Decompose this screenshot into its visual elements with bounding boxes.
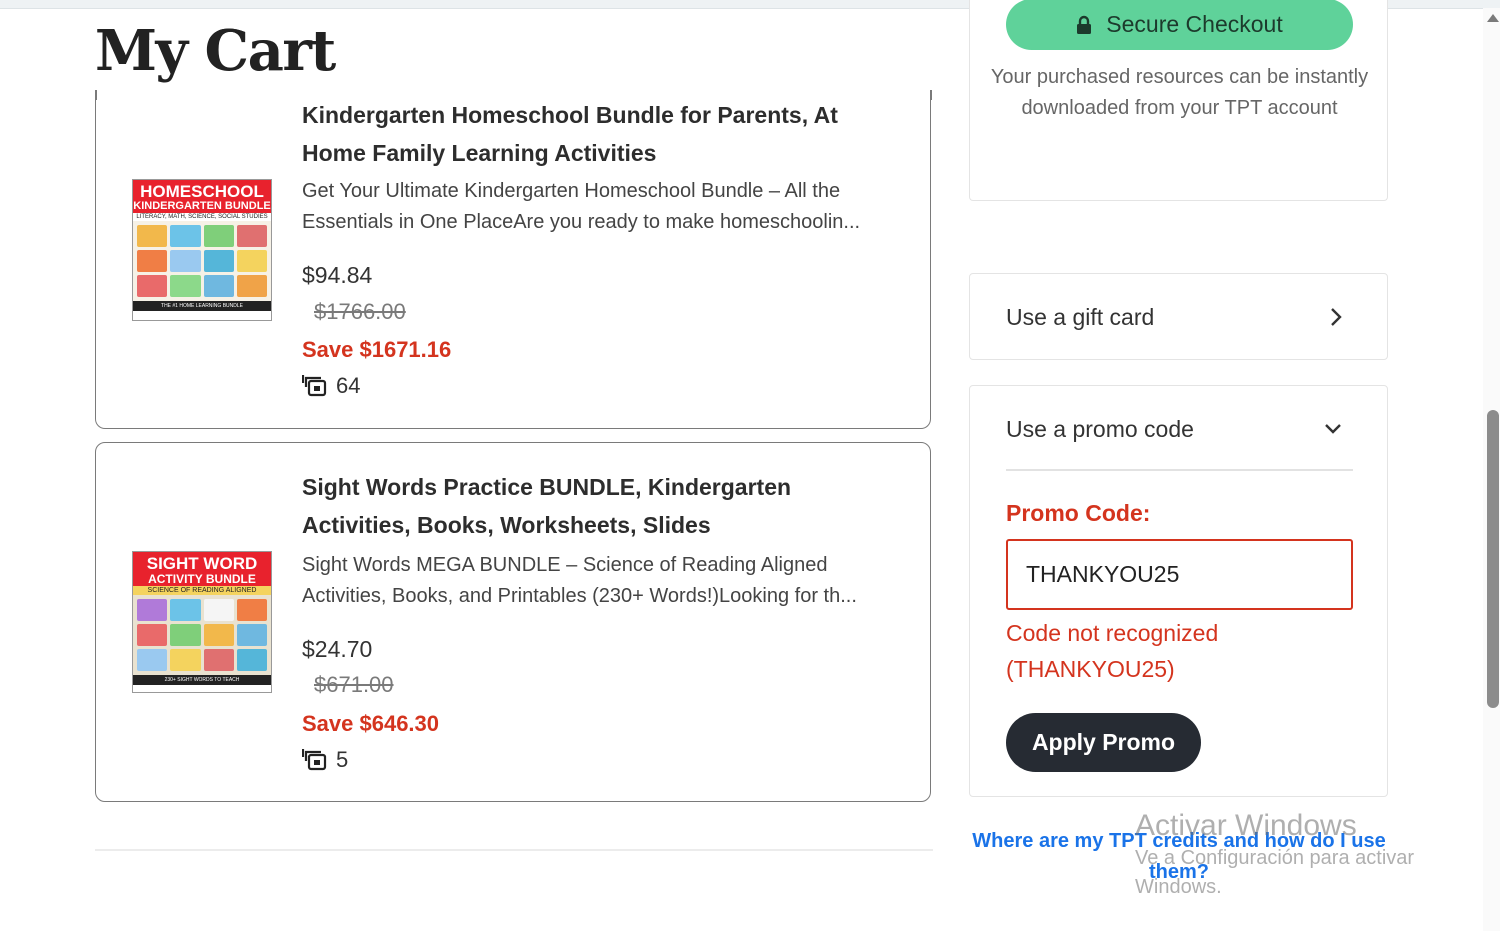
resource-count-value: 64 <box>336 373 361 398</box>
promo-code-toggle[interactable]: Use a promo code <box>970 386 1387 468</box>
scroll-up-arrow-icon[interactable] <box>1487 14 1499 22</box>
resource-count-value: 5 <box>336 747 349 772</box>
card-edge <box>95 90 97 100</box>
bundle-icon <box>302 749 327 771</box>
promo-code-panel: Use a promo code Promo Code: Code not re… <box>969 385 1388 797</box>
gift-card-label: Use a gift card <box>1006 304 1155 330</box>
chevron-down-icon <box>1325 424 1341 434</box>
product-original-price: $671.00 <box>314 672 394 697</box>
secure-checkout-button[interactable]: Secure Checkout <box>1006 0 1353 50</box>
product-price: $24.70 <box>302 636 373 662</box>
product-description: Get Your Ultimate Kindergarten Homeschoo… <box>302 176 907 238</box>
bundle-icon <box>302 375 327 397</box>
checkout-note: Your purchased resources can be instantl… <box>990 66 1369 119</box>
tpt-credits-link[interactable]: Where are my TPT credits and how do I us… <box>969 826 1389 888</box>
checkout-panel: Secure Checkout Your purchased resources… <box>969 0 1388 201</box>
product-description-line: Essentials in One PlaceAre you ready to … <box>302 211 861 233</box>
thumbnail-footer: 230+ SIGHT WORDS TO TEACH <box>133 675 271 685</box>
cart-item: SIGHT WORD ACTIVITY BUNDLE SCIENCE OF RE… <box>95 442 931 802</box>
product-thumbnail[interactable]: HOMESCHOOL KINDERGARTEN BUNDLE LITERACY,… <box>132 179 272 321</box>
product-savings: Save $646.30 <box>302 711 440 736</box>
product-description-line: Activities, Books, and Printables (230+ … <box>302 585 857 607</box>
thumbnail-subheading: KINDERGARTEN BUNDLE <box>133 200 271 213</box>
thumbnail-heading: SIGHT WORD <box>133 552 271 572</box>
thumbnail-footer: THE #1 HOME LEARNING BUNDLE <box>133 301 271 311</box>
scrollbar-thumb[interactable] <box>1487 410 1499 708</box>
thumbnail-subheading: ACTIVITY BUNDLE <box>133 572 271 586</box>
thumbnail-heading: HOMESCHOOL <box>133 180 271 200</box>
cart-bottom-divider <box>95 849 933 851</box>
apply-promo-button[interactable]: Apply Promo <box>1006 713 1201 772</box>
thumbnail-preview-grid <box>133 595 271 675</box>
product-savings: Save $1671.16 <box>302 337 452 362</box>
promo-error-message: Code not recognized (THANKYOU25) <box>1006 615 1353 687</box>
page-title-overlay: My Cart <box>95 18 336 84</box>
secure-checkout-label: Secure Checkout <box>1106 11 1283 37</box>
cart-item: HOMESCHOOL KINDERGARTEN BUNDLE LITERACY,… <box>95 40 931 429</box>
product-original-price: $1766.00 <box>314 299 406 324</box>
product-description: Sight Words MEGA BUNDLE – Science of Rea… <box>302 550 907 612</box>
promo-field-label: Promo Code: <box>1006 500 1151 526</box>
resource-count: 5 <box>302 747 348 773</box>
thumbnail-caption: SCIENCE OF READING ALIGNED <box>133 586 271 595</box>
product-title[interactable]: Kindergarten Homeschool Bundle for Paren… <box>302 96 902 172</box>
product-description-line: Get Your Ultimate Kindergarten Homeschoo… <box>302 180 841 202</box>
thumbnail-caption: LITERACY, MATH, SCIENCE, SOCIAL STUDIES <box>133 213 271 221</box>
lock-icon <box>1077 15 1092 34</box>
product-title[interactable]: Sight Words Practice BUNDLE, Kindergarte… <box>302 468 902 544</box>
product-description-line: Sight Words MEGA BUNDLE – Science of Rea… <box>302 554 828 576</box>
product-price: $94.84 <box>302 262 373 288</box>
product-thumbnail[interactable]: SIGHT WORD ACTIVITY BUNDLE SCIENCE OF RE… <box>132 551 272 693</box>
gift-card-row[interactable]: Use a gift card <box>969 273 1388 360</box>
promo-code-input[interactable] <box>1006 539 1353 610</box>
promo-error-line: Code not recognized <box>1006 620 1219 646</box>
resource-count: 64 <box>302 373 360 399</box>
promo-toggle-label: Use a promo code <box>1006 416 1194 442</box>
promo-divider <box>1006 469 1353 471</box>
thumbnail-preview-grid <box>133 221 271 301</box>
card-edge <box>930 90 932 100</box>
promo-error-line: (THANKYOU25) <box>1006 656 1175 682</box>
chevron-right-icon <box>1331 308 1342 326</box>
